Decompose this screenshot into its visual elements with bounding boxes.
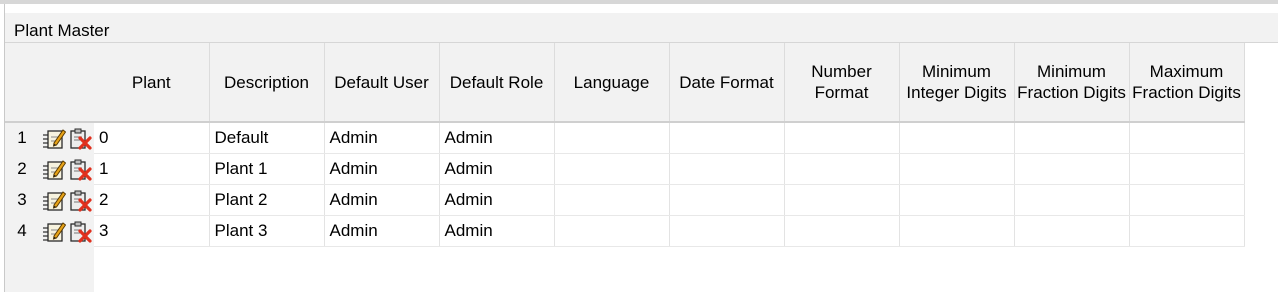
- column-header-number-format[interactable]: Number Format: [784, 43, 900, 123]
- cell-plant[interactable]: 2: [94, 184, 210, 216]
- cell-language[interactable]: [554, 153, 670, 185]
- cell-default-user[interactable]: Admin: [324, 122, 440, 154]
- row-actions: [39, 215, 94, 246]
- row-actions: [39, 184, 94, 215]
- row-actions: [39, 122, 94, 153]
- cell-default-role[interactable]: Admin: [439, 184, 555, 216]
- table-row[interactable]: 1 0 Default Admin Admin: [5, 122, 1245, 154]
- edit-icon[interactable]: [42, 188, 67, 212]
- row-number: 1: [5, 122, 39, 153]
- cell-min-fraction-digits[interactable]: [1014, 153, 1130, 185]
- edit-icon[interactable]: [42, 219, 67, 243]
- cell-min-integer-digits[interactable]: [899, 153, 1015, 185]
- edit-icon[interactable]: [42, 157, 67, 181]
- cell-min-fraction-digits[interactable]: [1014, 122, 1130, 154]
- row-number: 3: [5, 184, 39, 215]
- panel-title: Plant Master: [14, 21, 110, 40]
- row-actions: [39, 153, 94, 184]
- column-header-description[interactable]: Description: [209, 43, 325, 123]
- cell-plant[interactable]: 0: [94, 122, 210, 154]
- column-header-max-fraction-digits[interactable]: Maximum Fraction Digits: [1129, 43, 1245, 123]
- column-header-min-fraction-digits[interactable]: Minimum Fraction Digits: [1014, 43, 1130, 123]
- cell-date-format[interactable]: [669, 153, 785, 185]
- cell-min-integer-digits[interactable]: [899, 215, 1015, 247]
- column-header-default-role[interactable]: Default Role: [439, 43, 555, 123]
- cell-date-format[interactable]: [669, 215, 785, 247]
- cell-min-integer-digits[interactable]: [899, 184, 1015, 216]
- cell-min-fraction-digits[interactable]: [1014, 184, 1130, 216]
- column-header-date-format[interactable]: Date Format: [669, 43, 785, 123]
- edit-icon[interactable]: [42, 126, 67, 150]
- header-row: Plant Description Default User Default R…: [5, 43, 1245, 123]
- cell-date-format[interactable]: [669, 122, 785, 154]
- cell-number-format[interactable]: [784, 215, 900, 247]
- cell-max-fraction-digits[interactable]: [1129, 153, 1245, 185]
- cell-default-user[interactable]: Admin: [324, 215, 440, 247]
- table-row[interactable]: 4 3 Plant 3 Admin Admin: [5, 215, 1245, 247]
- table-row[interactable]: 3 2 Plant 2 Admin Admin: [5, 184, 1245, 216]
- cell-default-user[interactable]: Admin: [324, 184, 440, 216]
- cell-language[interactable]: [554, 122, 670, 154]
- cell-min-integer-digits[interactable]: [899, 122, 1015, 154]
- column-header-plant[interactable]: Plant: [94, 43, 210, 123]
- row-number: 4: [5, 215, 39, 246]
- cell-default-role[interactable]: Admin: [439, 153, 555, 185]
- cell-number-format[interactable]: [784, 153, 900, 185]
- cell-date-format[interactable]: [669, 184, 785, 216]
- cell-max-fraction-digits[interactable]: [1129, 215, 1245, 247]
- row-number-header: [5, 43, 39, 123]
- cell-description[interactable]: Plant 2: [209, 184, 325, 216]
- cell-description[interactable]: Plant 3: [209, 215, 325, 247]
- table-row[interactable]: 2 1 Plant 1 Admin Admin: [5, 153, 1245, 185]
- cell-description[interactable]: Default: [209, 122, 325, 154]
- cell-default-role[interactable]: Admin: [439, 215, 555, 247]
- delete-icon[interactable]: [68, 157, 92, 181]
- cell-language[interactable]: [554, 184, 670, 216]
- plant-table: Plant Description Default User Default R…: [5, 43, 1245, 247]
- plant-master-panel: Plant Master Plant Description Default U…: [4, 4, 1278, 292]
- cell-default-role[interactable]: Admin: [439, 122, 555, 154]
- column-header-language[interactable]: Language: [554, 43, 670, 123]
- cell-default-user[interactable]: Admin: [324, 153, 440, 185]
- cell-number-format[interactable]: [784, 122, 900, 154]
- panel-title-bar: Plant Master: [5, 13, 1278, 43]
- column-header-default-user[interactable]: Default User: [324, 43, 440, 123]
- cell-max-fraction-digits[interactable]: [1129, 122, 1245, 154]
- cell-max-fraction-digits[interactable]: [1129, 184, 1245, 216]
- cell-description[interactable]: Plant 1: [209, 153, 325, 185]
- delete-icon[interactable]: [68, 126, 92, 150]
- table-body: 1 0 Default Admin Admin 2 1 Plant 1 Admi…: [5, 122, 1245, 247]
- delete-icon[interactable]: [68, 188, 92, 212]
- cell-min-fraction-digits[interactable]: [1014, 215, 1130, 247]
- cell-number-format[interactable]: [784, 184, 900, 216]
- actions-header: [39, 43, 94, 123]
- cell-plant[interactable]: 3: [94, 215, 210, 247]
- column-header-min-integer-digits[interactable]: Minimum Integer Digits: [899, 43, 1015, 123]
- cell-language[interactable]: [554, 215, 670, 247]
- row-number: 2: [5, 153, 39, 184]
- cell-plant[interactable]: 1: [94, 153, 210, 185]
- delete-icon[interactable]: [68, 219, 92, 243]
